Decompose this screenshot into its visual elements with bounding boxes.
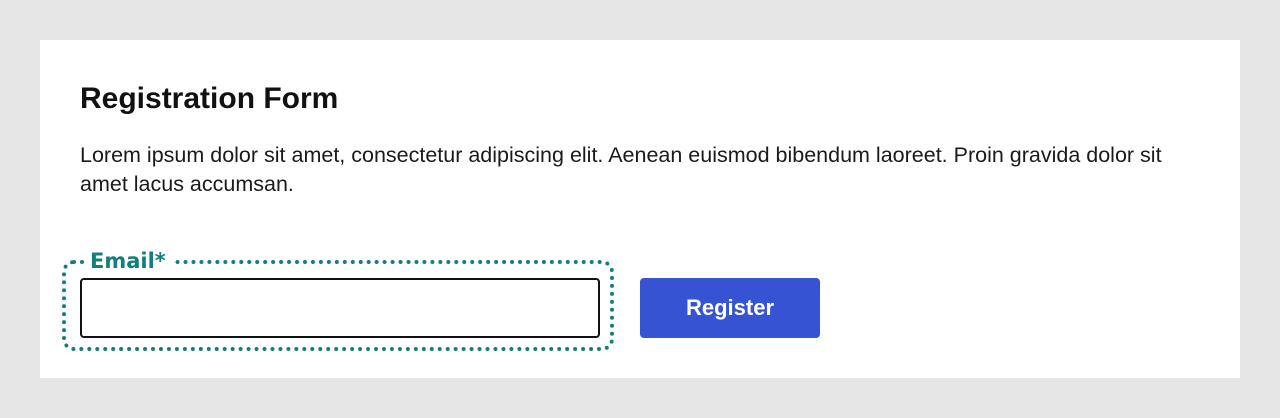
form-title: Registration Form <box>80 82 339 115</box>
email-input[interactable] <box>80 278 600 338</box>
registration-card: Registration Form Lorem ipsum dolor sit … <box>40 40 1240 378</box>
register-button[interactable]: Register <box>640 278 820 338</box>
email-label: Email* <box>84 248 172 274</box>
form-description: Lorem ipsum dolor sit amet, consectetur … <box>80 143 1162 196</box>
